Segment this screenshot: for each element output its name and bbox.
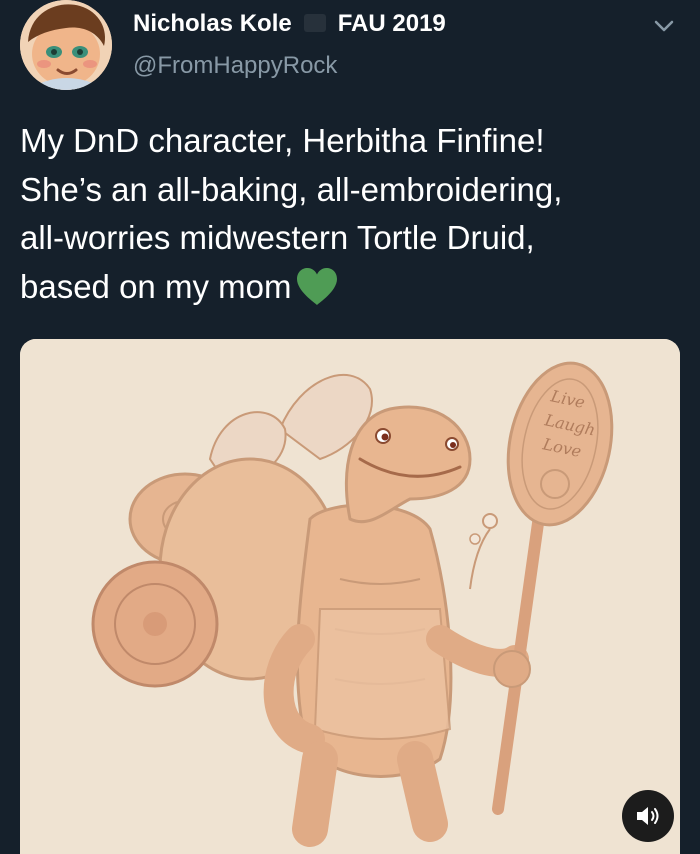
author-handle[interactable]: @FromHappyRock — [133, 52, 337, 80]
tortle-illustration: Live Laugh Love — [20, 339, 680, 854]
tweet-text-line-last: based on my mom — [20, 263, 685, 312]
author-display-name[interactable]: Nicholas Kole — [133, 10, 292, 38]
chevron-down-icon[interactable] — [650, 16, 678, 36]
verified-area — [292, 12, 338, 36]
author-name-row: Nicholas Kole FAU 2019 — [133, 8, 446, 40]
tweet-media-video[interactable]: Live Laugh Love — [20, 339, 680, 854]
green-heart-icon — [297, 267, 338, 305]
author-flair: FAU 2019 — [337, 10, 446, 37]
tweet-text-line: She’s an all-baking, all-embroidering, — [20, 170, 563, 208]
speaker-icon — [637, 807, 659, 825]
author-avatar[interactable] — [20, 0, 112, 90]
tweet-text-line: based on my mom — [20, 267, 292, 305]
tweet-text: My DnD character, Herbitha Finfine! She’… — [20, 117, 685, 311]
tweet-text-line: My DnD character, Herbitha Finfine! — [20, 122, 545, 159]
sound-toggle-button[interactable] — [622, 790, 674, 842]
tweet-text-line: all-worries midwestern Tortle Druid, — [20, 219, 535, 256]
avatar-portrait — [20, 0, 112, 90]
